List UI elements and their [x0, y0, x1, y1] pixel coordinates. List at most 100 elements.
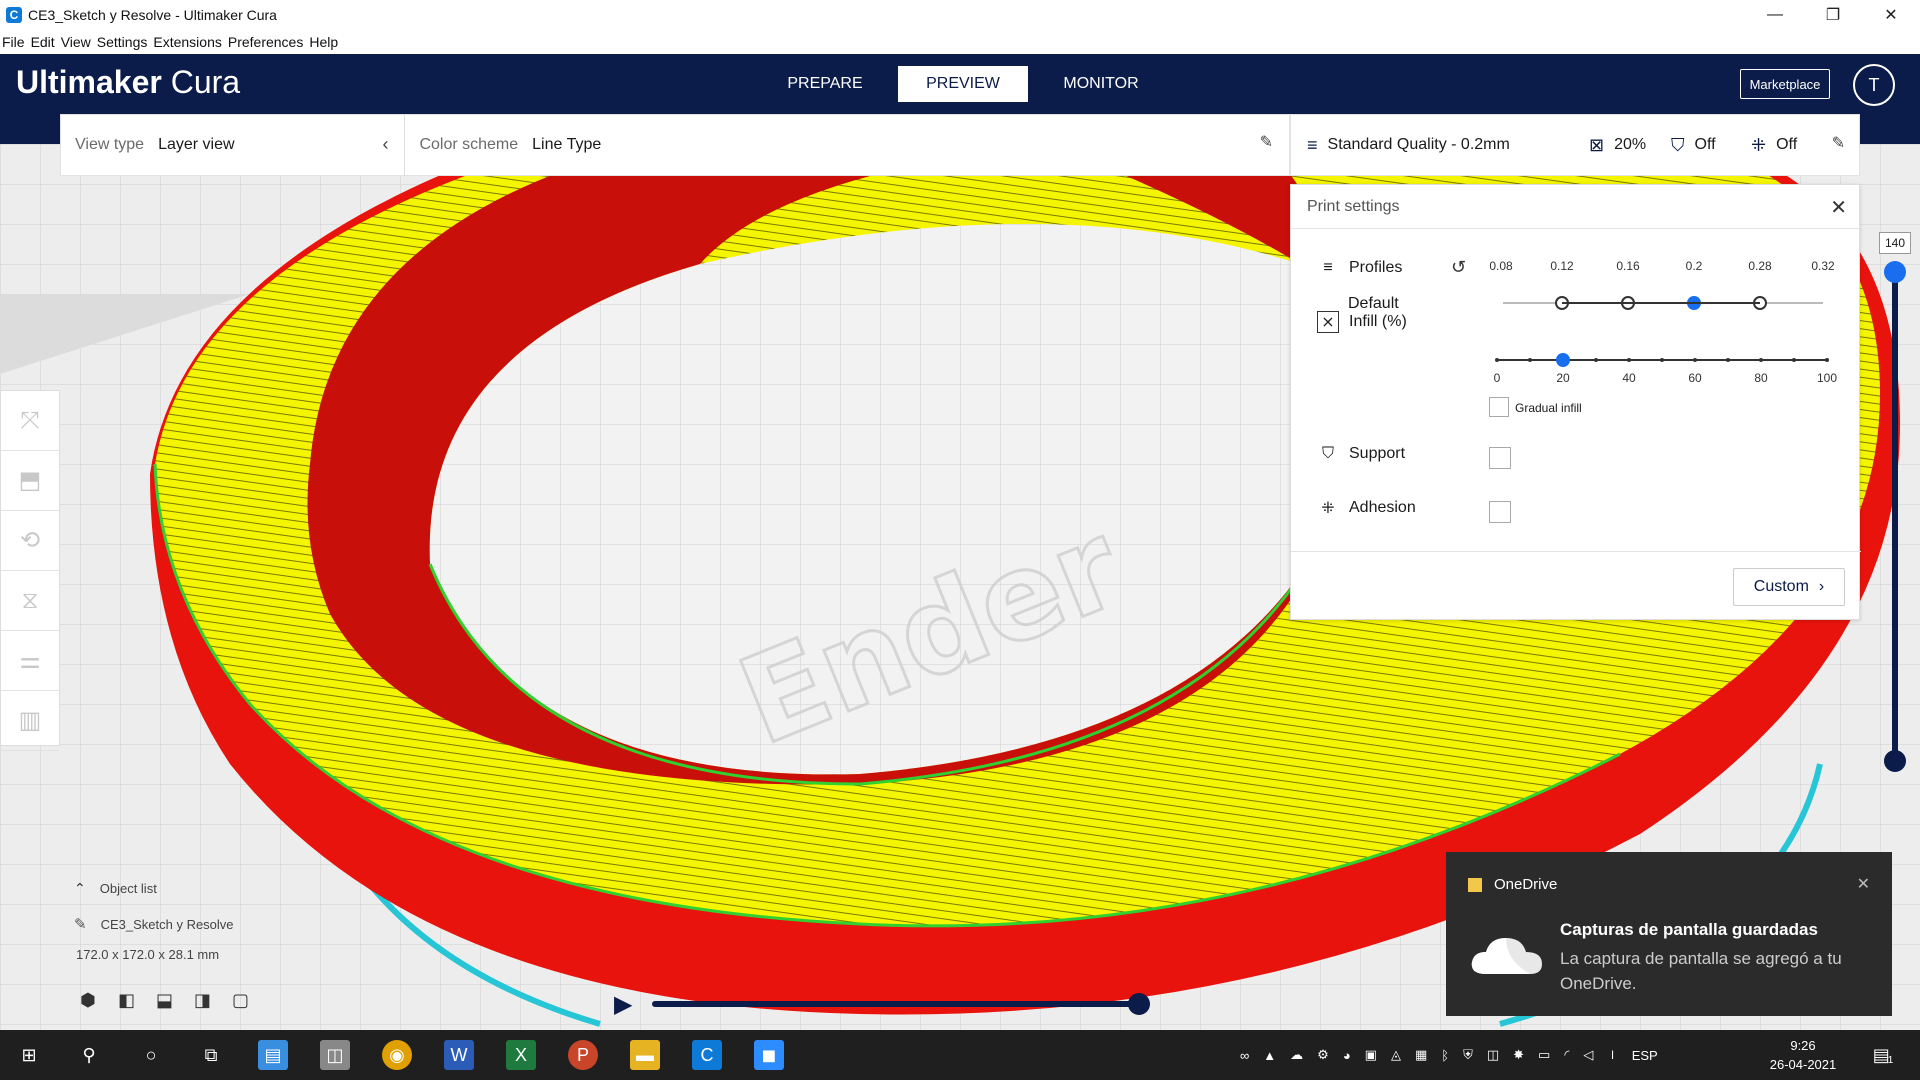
volume-icon[interactable]: ◁ — [1583, 1047, 1593, 1063]
autodesk-icon[interactable]: ▲ — [1263, 1048, 1276, 1063]
cura-taskbar-icon[interactable]: C — [692, 1040, 722, 1070]
shield-icon[interactable]: ⛨ — [1463, 1047, 1473, 1063]
front-view-icon[interactable]: ◧ — [118, 990, 156, 1011]
pencil-icon[interactable]: ✎ — [1260, 132, 1273, 152]
adhesion-icon: ⁜ — [1321, 500, 1335, 517]
gradual-infill-label: Gradual infill — [1515, 401, 1582, 415]
microphone-icon[interactable]: ⏽ — [1607, 1047, 1617, 1063]
per-model-settings-icon[interactable]: ⚌ — [1, 631, 59, 691]
windows-start-icon[interactable]: ⊞ — [14, 1040, 44, 1070]
word-icon[interactable]: W — [444, 1040, 474, 1070]
wifi-icon[interactable]: ◜ — [1564, 1047, 1569, 1063]
support-icon: ⛉ — [1321, 445, 1334, 462]
logo-light-text: Cura — [161, 64, 241, 100]
3d-view-icon[interactable]: ⬢ — [80, 990, 118, 1011]
tab-monitor[interactable]: MONITOR — [1036, 66, 1166, 102]
excel-icon[interactable]: X — [506, 1040, 536, 1070]
onedrive-notification[interactable]: OneDrive ✕ Capturas de pantalla guardada… — [1446, 852, 1892, 1016]
window-icon[interactable]: ◫ — [1487, 1047, 1499, 1063]
object-list: ⌃ Object list ✎ CE3_Sketch y Resolve 172… — [74, 880, 234, 980]
menu-edit[interactable]: Edit — [31, 34, 55, 50]
reset-icon[interactable]: ↺ — [1451, 257, 1466, 278]
notification-app: OneDrive — [1468, 876, 1557, 893]
link-icon[interactable]: ∞ — [1240, 1048, 1249, 1063]
search-icon[interactable]: ⚲ — [74, 1040, 104, 1070]
clock-date: 26-04-2021 — [1769, 1057, 1837, 1072]
simulation-slider-knob[interactable] — [1128, 993, 1150, 1015]
notification-center-icon[interactable]: ▤ 1 — [1868, 1040, 1898, 1070]
bluetooth-icon[interactable]: ᛒ — [1441, 1048, 1449, 1063]
print-settings-bar[interactable]: ≡ Standard Quality - 0.2mm ⊠ 20% ⛉ Off ⁜… — [1290, 114, 1860, 176]
steam-icon[interactable]: ⚙ — [1317, 1047, 1329, 1063]
chrome-icon[interactable]: ◉ — [382, 1040, 412, 1070]
color-scheme-selector[interactable]: Color scheme Line Type ✎ — [405, 114, 1289, 176]
menu-view[interactable]: View — [61, 34, 91, 50]
tab-preview[interactable]: PREVIEW — [898, 66, 1028, 102]
print-settings-title: Print settings — [1307, 197, 1400, 215]
layer-height-tick: 0.32 — [1811, 259, 1835, 273]
adhesion-summary-text: Off — [1776, 136, 1798, 153]
view-type-selector[interactable]: View type Layer view ‹ — [61, 114, 406, 176]
view-type-label: View type — [75, 136, 145, 153]
support-blocker-icon[interactable]: ▥ — [1, 691, 59, 751]
custom-button[interactable]: Custom › — [1733, 568, 1845, 606]
move-tool-icon[interactable]: ⤧ — [1, 391, 59, 451]
profile-icon: ≡ — [1307, 134, 1318, 155]
infill-tick: 40 — [1622, 371, 1636, 385]
cortana-icon[interactable]: ○ — [136, 1040, 166, 1070]
close-icon[interactable]: ✕ — [1857, 874, 1870, 894]
chevron-up-icon: ⌃ — [74, 880, 86, 896]
clock[interactable]: 9:26 26-04-2021 — [1768, 1036, 1838, 1074]
left-view-icon[interactable]: ◨ — [194, 990, 232, 1011]
onedrive-tray-icon[interactable]: ☁ — [1290, 1047, 1303, 1063]
menu-file[interactable]: File — [2, 34, 25, 50]
marketplace-button[interactable]: Marketplace — [1740, 69, 1830, 99]
task-view-icon[interactable]: ⧉ — [196, 1040, 226, 1070]
tab-prepare[interactable]: PREPARE — [760, 66, 890, 102]
monitor-icon[interactable]: ▦ — [1415, 1047, 1427, 1063]
adhesion-row: ⁜ Adhesion — [1317, 497, 1415, 519]
language-indicator[interactable]: ESP — [1632, 1048, 1658, 1063]
menu-preferences[interactable]: Preferences — [228, 34, 303, 50]
layer-number-field[interactable]: 140 — [1879, 232, 1911, 254]
simulation-slider-track[interactable] — [652, 1001, 1142, 1007]
app-icon-2[interactable]: ◫ — [320, 1040, 350, 1070]
file-explorer-icon[interactable]: ▬ — [630, 1040, 660, 1070]
battery-icon[interactable]: ▭ — [1538, 1047, 1550, 1063]
layer-slider-bottom-handle[interactable] — [1884, 750, 1906, 772]
play-icon[interactable]: ▶ — [614, 990, 632, 1019]
powerpoint-icon[interactable]: P — [568, 1040, 598, 1070]
layer-slider-top-handle[interactable] — [1884, 261, 1906, 283]
object-list-toggle[interactable]: ⌃ Object list — [74, 880, 234, 897]
maximize-button[interactable]: ❐ — [1804, 0, 1862, 30]
minimize-button[interactable]: — — [1746, 0, 1804, 30]
close-icon[interactable]: ✕ — [1830, 195, 1847, 220]
zoom-icon[interactable]: ◼ — [754, 1040, 784, 1070]
pencil-icon[interactable]: ✎ — [1832, 133, 1845, 153]
rotate-tool-icon[interactable]: ⟲ — [1, 511, 59, 571]
menu-settings[interactable]: Settings — [97, 34, 148, 50]
support-checkbox[interactable] — [1489, 447, 1511, 469]
object-name-row[interactable]: ✎ CE3_Sketch y Resolve — [74, 915, 234, 933]
infill-icon: ⊠ — [1589, 134, 1605, 155]
top-view-icon[interactable]: ⬓ — [156, 990, 194, 1011]
scale-tool-icon[interactable]: ⬒ — [1, 451, 59, 511]
adhesion-checkbox[interactable] — [1489, 501, 1511, 523]
nvidia-icon[interactable]: ◬ — [1391, 1047, 1401, 1063]
zoom-tray-icon[interactable]: ▣ — [1365, 1047, 1377, 1063]
right-view-icon[interactable]: ▢ — [232, 990, 270, 1011]
menu-extensions[interactable]: Extensions — [153, 34, 221, 50]
infill-slider-knob[interactable] — [1556, 353, 1570, 367]
discord-icon[interactable]: ◕ — [1343, 1048, 1351, 1063]
chevron-left-icon[interactable]: ‹ — [382, 134, 388, 155]
app-icon-1[interactable]: ▤ — [258, 1040, 288, 1070]
avast-icon[interactable]: ✸ — [1513, 1047, 1524, 1063]
color-scheme-label: Color scheme — [419, 136, 519, 153]
close-window-button[interactable]: ✕ — [1862, 0, 1920, 30]
layer-slider-track[interactable] — [1892, 268, 1898, 762]
account-avatar[interactable]: T — [1853, 64, 1895, 106]
mirror-tool-icon[interactable]: ⧖ — [1, 571, 59, 631]
title-bar: C CE3_Sketch y Resolve - Ultimaker Cura … — [0, 0, 1920, 30]
menu-help[interactable]: Help — [309, 34, 338, 50]
gradual-infill-checkbox[interactable] — [1489, 397, 1509, 417]
